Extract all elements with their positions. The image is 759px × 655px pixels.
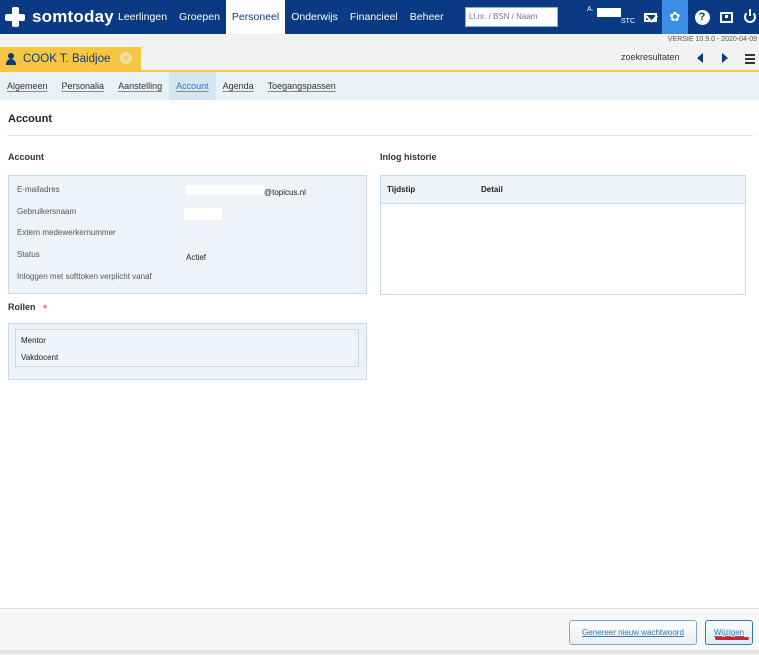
nav-item-financieel[interactable]: Financieel: [344, 0, 404, 34]
tab-personalia[interactable]: Personalia: [55, 72, 112, 100]
help-icon[interactable]: ?: [692, 7, 712, 27]
account-panel: E-mailadres @topicus.nl Gebruikersnaam E…: [8, 175, 367, 294]
redacted-email-user: [186, 185, 264, 195]
role-vakdocent: Vakdocent: [21, 353, 59, 362]
required-marker: *: [43, 303, 48, 315]
logout-power-icon[interactable]: [740, 7, 759, 27]
roles-list[interactable]: Mentor Vakdocent: [15, 329, 359, 367]
search-results-label: zoekresultaten: [621, 52, 680, 62]
nav-item-beheer[interactable]: Beheer: [404, 0, 450, 34]
settings-gear-icon[interactable]: ✿: [662, 0, 688, 34]
footer-edge: [0, 650, 759, 654]
messages-icon[interactable]: [640, 7, 660, 27]
title-divider: [8, 135, 753, 136]
account-heading: Account: [8, 152, 44, 162]
nav-item-personeel[interactable]: Personeel: [225, 0, 286, 34]
username-label: Gebruikersnaam: [17, 207, 77, 216]
status-label: Status: [17, 250, 40, 259]
tab-account[interactable]: Account: [169, 72, 216, 100]
col-detail: Detail: [481, 185, 503, 194]
action-footer: Genereer nieuw wachtwoord Wijzigen: [0, 608, 759, 655]
page-title: Account: [8, 113, 52, 125]
status-value: Actief: [186, 253, 207, 262]
login-history-table: Tijdstip Detail: [380, 175, 746, 295]
roles-heading: Rollen: [8, 302, 36, 312]
detail-tabs: Algemeen Personalia Aanstelling Account …: [0, 72, 759, 100]
redacted-username: [597, 8, 621, 17]
role-mentor: Mentor: [21, 336, 46, 345]
tab-toegangspassen[interactable]: Toegangspassen: [261, 72, 343, 100]
softtoken-label: Inloggen met softtoken verplicht vanaf: [17, 272, 152, 281]
email-domain: @topicus.nl: [264, 188, 306, 197]
person-tab[interactable]: COOK T. Baidjoe ×: [0, 47, 141, 70]
user-menu[interactable]: A. STC: [584, 6, 636, 28]
nav-item-leerlingen[interactable]: Leerlingen: [112, 0, 173, 34]
history-heading: Inlog historie: [380, 152, 437, 162]
nav-item-groepen[interactable]: Groepen: [173, 0, 226, 34]
annotation-underline: [715, 637, 749, 640]
extern-number-label: Extern medewerkernummer: [17, 228, 116, 237]
previous-result-icon[interactable]: [697, 53, 703, 63]
tab-algemeen[interactable]: Algemeen: [0, 72, 55, 100]
redacted-username-value: [184, 208, 222, 220]
tab-aanstelling[interactable]: Aanstelling: [111, 72, 169, 100]
user-org: STC: [621, 18, 635, 25]
next-result-icon[interactable]: [722, 53, 728, 63]
somtoday-cross-icon: [4, 6, 26, 28]
nav-item-onderwijs[interactable]: Onderwijs: [285, 0, 344, 34]
edit-button[interactable]: Wijzigen: [705, 620, 753, 645]
generate-password-button[interactable]: Genereer nieuw wachtwoord: [569, 620, 697, 645]
logo-text: somtoday: [32, 7, 114, 26]
history-table-header: Tijdstip Detail: [381, 176, 745, 204]
person-icon: [5, 52, 17, 65]
feedback-icon[interactable]: [716, 7, 736, 27]
version-label: VERSIE 10.9.0 - 2020-04-09: [667, 36, 757, 43]
tab-agenda[interactable]: Agenda: [216, 72, 261, 100]
context-bar: VERSIE 10.9.0 - 2020-04-09 COOK T. Baidj…: [0, 34, 759, 72]
close-tab-icon[interactable]: ×: [120, 52, 132, 64]
top-navigation-bar: somtoday Leerlingen Groepen Personeel On…: [0, 0, 759, 34]
col-tijdstip: Tijdstip: [387, 185, 416, 194]
global-search-input[interactable]: Ll.nr. / BSN / Naam: [465, 7, 558, 27]
email-label: E-mailadres: [17, 185, 60, 194]
main-nav: Leerlingen Groepen Personeel Onderwijs F…: [112, 0, 450, 34]
person-name: COOK T. Baidjoe: [23, 52, 111, 65]
hamburger-menu-icon[interactable]: [745, 54, 755, 66]
somtoday-logo[interactable]: somtoday: [4, 5, 114, 29]
user-initial: A.: [587, 6, 594, 13]
